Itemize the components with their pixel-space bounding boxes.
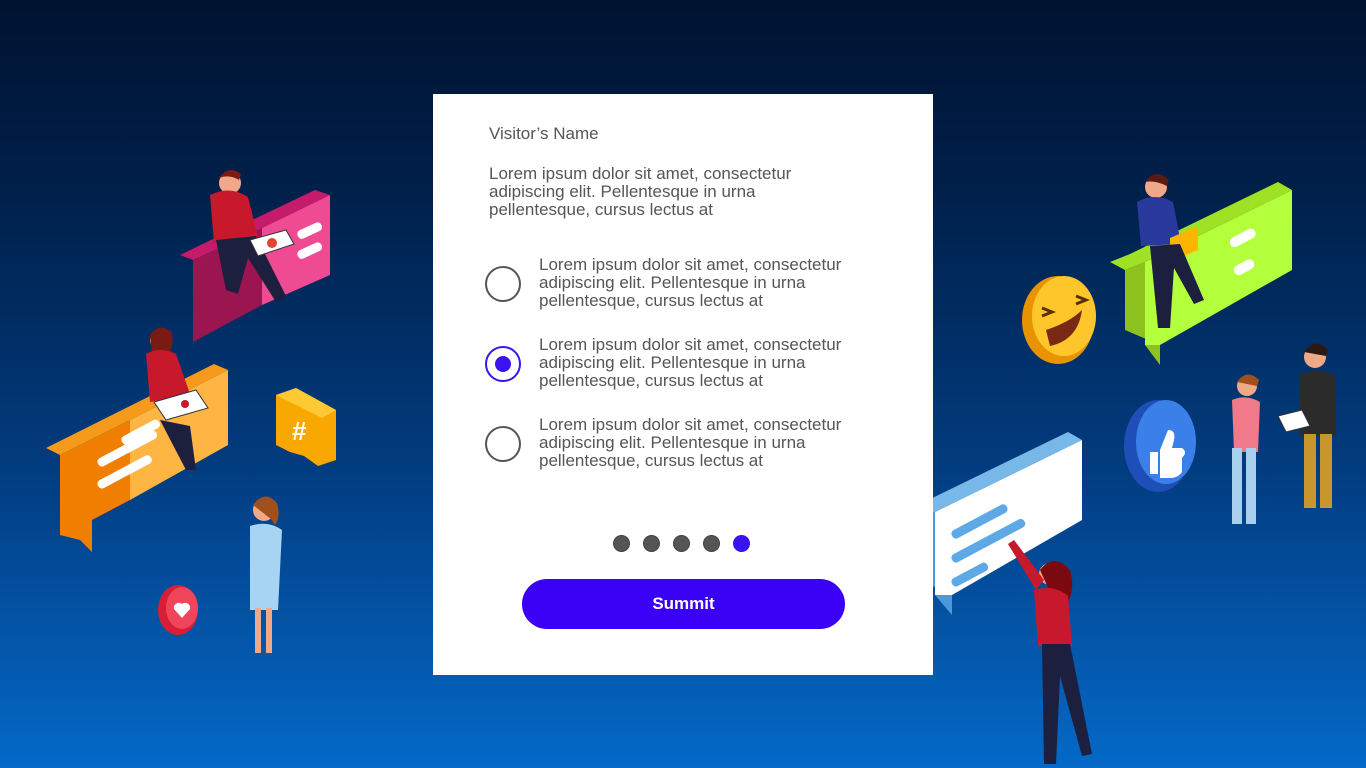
question-description: Lorem ipsum dolor sit amet, consectetur …: [489, 164, 792, 219]
submit-button[interactable]: Summit: [522, 579, 845, 629]
option-2-label: Lorem ipsum dolor sit amet, consectetur …: [539, 335, 842, 390]
woman-reaching-figure: [1008, 540, 1092, 764]
page-dot-5[interactable]: [733, 535, 750, 552]
option-2[interactable]: Lorem ipsum dolor sit amet, consectetur …: [485, 336, 905, 396]
svg-text:#: #: [292, 416, 307, 446]
laughing-emoji-icon: [1022, 276, 1096, 364]
survey-card: Visitor’s Name Lorem ipsum dolor sit ame…: [433, 94, 933, 675]
page-dot-1[interactable]: [613, 535, 630, 552]
heart-icon: [158, 585, 198, 635]
couple-figure: [1232, 343, 1336, 524]
hashtag-icon: #: [276, 388, 336, 466]
option-2-radio[interactable]: [485, 346, 521, 382]
option-1[interactable]: Lorem ipsum dolor sit amet, consectetur …: [485, 256, 905, 316]
option-3-label: Lorem ipsum dolor sit amet, consectetur …: [539, 415, 842, 470]
green-chat-bubble-icon: [1110, 182, 1292, 365]
option-1-label: Lorem ipsum dolor sit amet, consectetur …: [539, 255, 842, 310]
thumbs-up-icon: [1124, 400, 1196, 492]
option-3[interactable]: Lorem ipsum dolor sit amet, consectetur …: [485, 416, 905, 476]
pagination-dots: [613, 535, 753, 555]
visitor-name-label: Visitor’s Name: [489, 124, 599, 143]
page-dot-4[interactable]: [703, 535, 720, 552]
option-3-radio[interactable]: [485, 426, 521, 462]
woman-on-phone-figure: [250, 496, 282, 653]
page-dot-2[interactable]: [643, 535, 660, 552]
page-dot-3[interactable]: [673, 535, 690, 552]
orange-chat-bubble-icon: [46, 364, 228, 552]
option-1-radio[interactable]: [485, 266, 521, 302]
